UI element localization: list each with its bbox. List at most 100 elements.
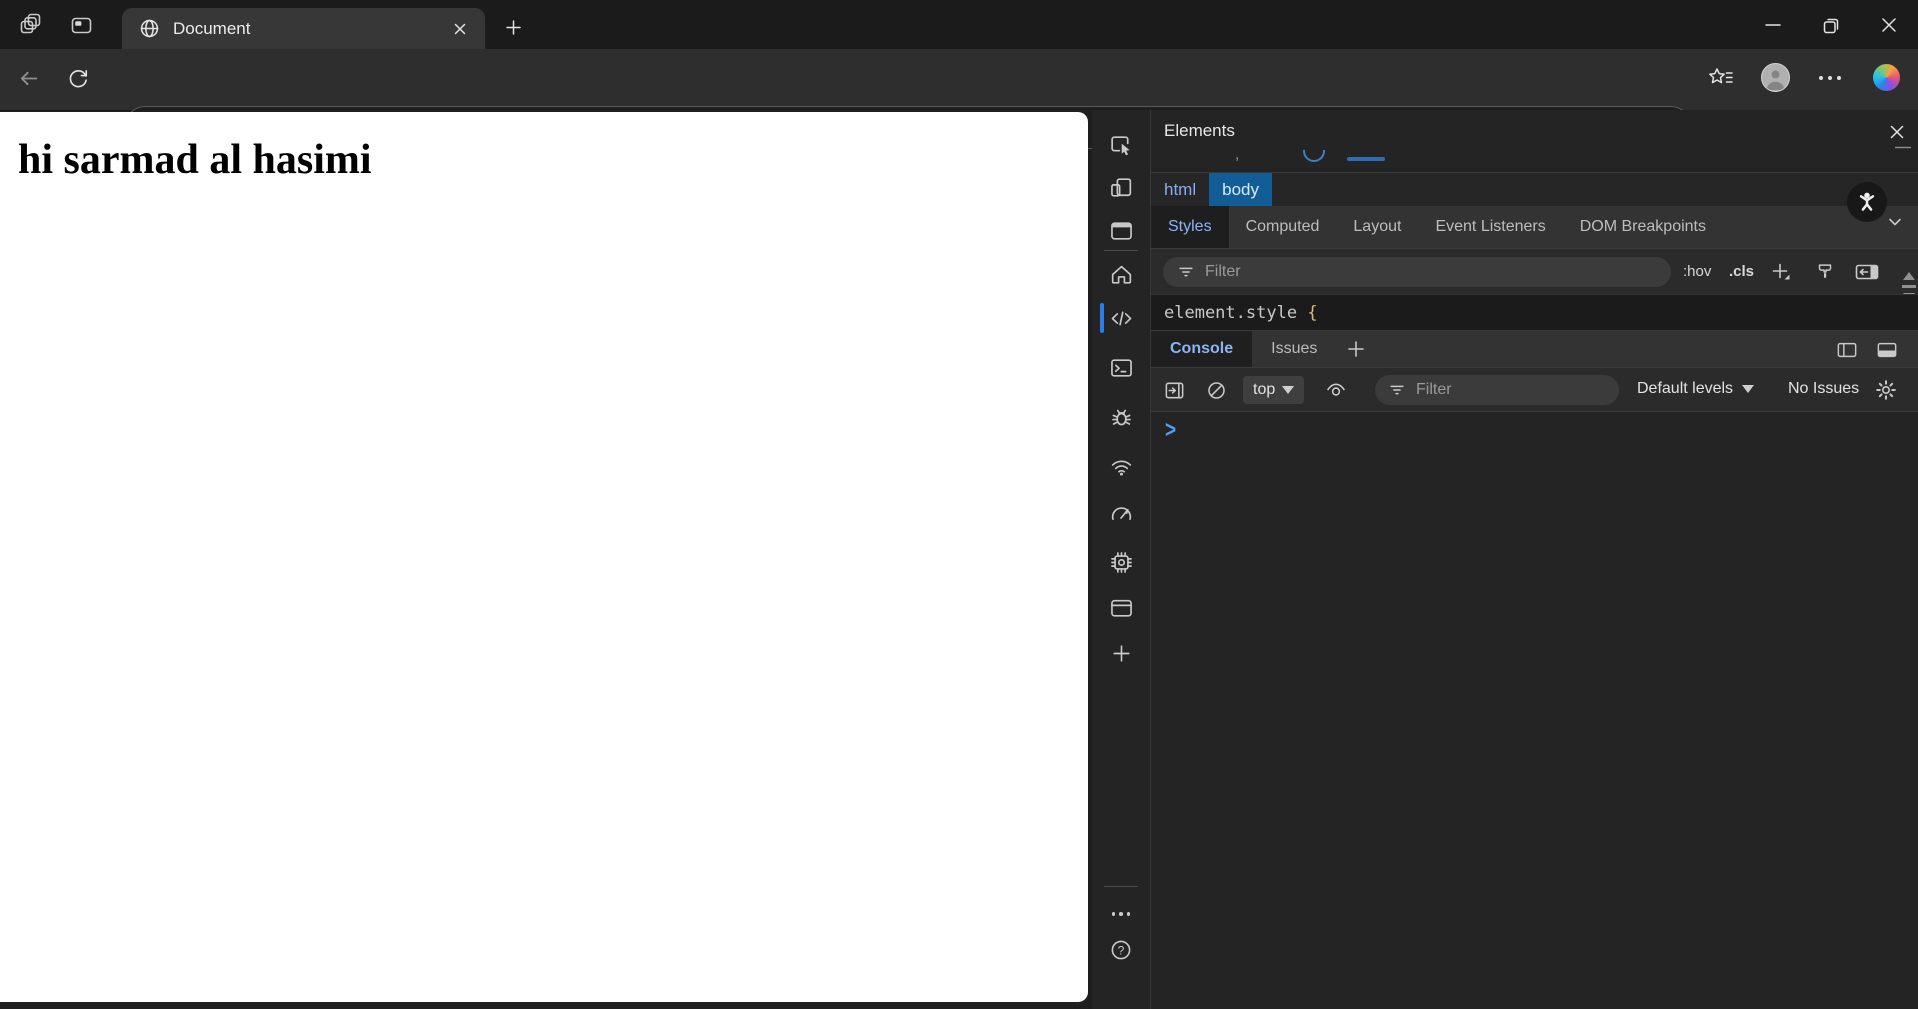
activity-bar-separator-bottom [1104,886,1138,887]
styles-scrollbar-up[interactable] [1903,255,1915,280]
tab-title: Document [173,18,251,38]
pseudo-state-toggle[interactable]: :hov [1683,263,1711,280]
window-close-button[interactable] [1860,0,1918,49]
devtools-header: Elements [1151,110,1918,156]
tab-bar: Document [0,0,1918,49]
tab-actions-button[interactable] [66,10,96,40]
issues-counter[interactable]: No Issues [1788,380,1859,398]
drawer-add-tab-button[interactable] [1336,331,1376,367]
breadcrumb-html[interactable]: html [1151,173,1209,206]
workspaces-button[interactable] [16,10,46,40]
devtools-panel: Elements , html body Styles Computed Lay… [1150,110,1918,1009]
drawer-tab-console[interactable]: Console [1151,331,1253,367]
drawer-tab-issues[interactable]: Issues [1252,331,1336,367]
devtools-close-button[interactable] [1885,120,1909,144]
performance-panel-button[interactable] [1092,494,1150,534]
network-panel-button[interactable] [1092,446,1150,486]
memory-panel-button[interactable] [1092,542,1150,582]
rule-open-brace: { [1307,302,1318,323]
inspect-element-button[interactable] [1092,125,1150,165]
drawer-tab-bar: Console Issues [1151,330,1918,367]
console-toolbar: top Default l [1151,367,1918,411]
browser-tab[interactable]: Document [122,8,485,49]
console-filter-pill[interactable] [1375,375,1619,405]
console-filter-input[interactable] [1414,380,1619,400]
context-dropdown-icon [1282,386,1295,394]
dom-tree-clipped-row[interactable]: , [1151,150,1918,172]
restore-button[interactable] [1802,0,1860,49]
browser-toolbar: 127.0.0.1:5500/index.html [0,49,1918,149]
more-tabs-chevron-icon[interactable] [1883,210,1907,234]
activity-bar-separator [1104,250,1138,251]
back-button[interactable] [12,62,44,94]
styles-filter-input[interactable] [1203,262,1671,282]
device-emulation-button[interactable] [1092,168,1150,208]
computed-sidebar-toggle-icon[interactable] [1853,260,1881,284]
more-menu-button[interactable] [1814,69,1846,87]
avatar-icon [1760,62,1790,92]
context-label: top [1253,381,1276,398]
sources-debug-button[interactable] [1092,397,1150,437]
devtools-help-button[interactable]: ? [1092,930,1150,970]
minimize-button[interactable] [1744,0,1802,49]
class-toggle[interactable]: .cls [1729,263,1754,280]
tab-close-button[interactable] [449,18,471,40]
console-filter-funnel-icon [1388,381,1406,399]
styles-toolbar: :hov .cls [1151,248,1918,318]
window-controls [1744,0,1918,49]
filter-funnel-icon [1177,263,1195,281]
home-panel-button[interactable] [1092,255,1150,295]
favorites-button[interactable] [1705,62,1737,94]
console-prompt-chevron[interactable]: > [1165,417,1176,445]
dom-breadcrumb: html body [1151,172,1918,206]
globe-favicon-icon [138,17,161,40]
tab-event-listeners[interactable]: Event Listeners [1418,206,1562,248]
elements-panel-button[interactable] [1092,298,1150,338]
drawer-expand-panel-icon[interactable] [1875,338,1899,362]
browser-window-button[interactable] [1092,211,1150,251]
tab-dom-breakpoints[interactable]: DOM Breakpoints [1563,206,1723,248]
dom-badge-clipped [1303,150,1325,162]
application-panel-button[interactable] [1092,588,1150,628]
copilot-icon [1872,63,1900,91]
default-levels-label: Default levels [1637,380,1734,397]
devtools-activity-bar: ? [1092,110,1150,1009]
tab-actions-icon [69,13,94,38]
styles-scrollbar-thumb[interactable] [1902,285,1916,288]
tab-layout[interactable]: Layout [1336,206,1418,248]
accessibility-person-icon [1854,189,1880,215]
profile-avatar[interactable] [1758,60,1792,94]
console-context-selector[interactable]: top [1243,376,1305,404]
tab-styles[interactable]: Styles [1151,206,1229,248]
tab-computed[interactable]: Computed [1229,206,1337,248]
default-levels-dropdown[interactable]: Default levels [1637,380,1755,398]
levels-dropdown-icon [1742,385,1755,393]
accessibility-assistant-button[interactable] [1847,182,1887,222]
active-panel-indicator [1100,303,1104,333]
console-panel-button[interactable] [1092,348,1150,388]
devtools-panel-title: Elements [1164,121,1235,140]
page-heading: hi sarmad al hasimi [18,137,372,183]
element-style-rule[interactable]: element.style { [1151,294,1918,330]
breadcrumb-body[interactable]: body [1209,173,1272,206]
console-settings-gear-icon[interactable] [1873,377,1899,403]
rendering-brush-icon[interactable] [1813,260,1837,284]
workspaces-icon [18,12,44,38]
devtools-more-button[interactable] [1092,894,1150,934]
browser-window: Document hi sarmad al hasimi ? Elements … [0,0,1918,1009]
svg-text:?: ? [1118,943,1125,957]
new-tab-button[interactable] [499,13,527,41]
copilot-button[interactable] [1870,61,1902,93]
console-sidebar-toggle-icon[interactable] [1161,378,1187,402]
live-expression-eye-icon[interactable] [1323,378,1349,402]
ellipsis-icon [1819,76,1823,80]
web-page: hi sarmad al hasimi [0,112,1088,1002]
more-tools-button[interactable] [1092,633,1150,673]
new-style-rule-button[interactable] [1769,260,1793,284]
more-dots-icon [1111,912,1116,916]
drawer-sidebar-panel-icon[interactable] [1835,338,1859,362]
clear-console-icon[interactable] [1203,378,1229,402]
styles-filter-pill[interactable] [1163,257,1671,287]
console-log-area[interactable]: > [1151,411,1918,1009]
refresh-button[interactable] [62,62,94,94]
